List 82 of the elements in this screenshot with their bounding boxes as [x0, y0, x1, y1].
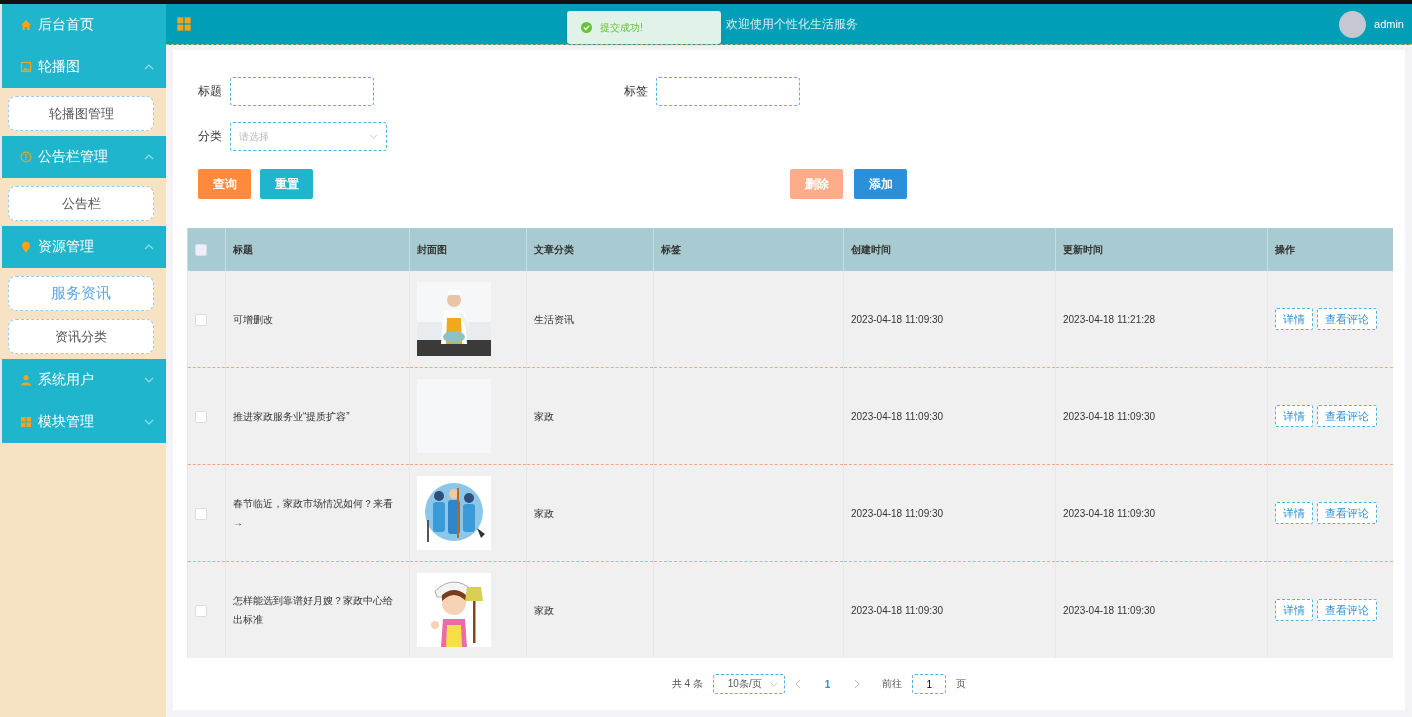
chevron-down-icon	[144, 377, 154, 383]
table-cell: 2023-04-18 11:21:28	[1063, 313, 1156, 325]
menu-group[interactable]: 资源管理	[0, 226, 166, 268]
column-header[interactable]: 操作	[1275, 243, 1295, 255]
chevron-right-icon[interactable]	[854, 679, 861, 689]
chevron-left-icon[interactable]	[794, 679, 801, 689]
table-cell: 2023-04-18 11:09:30	[851, 507, 944, 519]
column-header[interactable]: 更新时间	[1063, 243, 1103, 255]
page-number[interactable]: 1	[810, 678, 845, 690]
table-cell: 可增删改	[233, 313, 273, 325]
page-input[interactable]: 1	[912, 674, 947, 694]
action-button[interactable]: 查看评论	[1317, 599, 1377, 621]
select-all-checkbox[interactable]	[195, 243, 207, 256]
submenu-item[interactable]: 公告栏	[8, 186, 154, 221]
goto-label: 前往	[882, 677, 903, 691]
table-cell: 2023-04-18 11:09:30	[1063, 604, 1156, 616]
table-cell: 家政	[534, 604, 554, 616]
field-label: 分类	[198, 128, 222, 145]
table-cell: 怎样能选到靠谱好月嫂？家政中心给出标准	[233, 595, 393, 625]
page-suffix: 页	[956, 677, 967, 691]
row-checkbox[interactable]	[195, 604, 207, 617]
chevron-down-icon	[144, 419, 154, 425]
field-label: 标签	[624, 83, 648, 100]
action-button[interactable]: 详情	[1275, 502, 1313, 524]
column-header[interactable]: 文章分类	[534, 243, 574, 255]
menu-group[interactable]: 轮播图	[0, 46, 166, 88]
row-checkbox[interactable]	[195, 507, 207, 520]
reset-button[interactable]: 重置	[260, 169, 313, 199]
location-pin-icon	[20, 241, 32, 253]
column-header[interactable]: 标签	[661, 243, 681, 255]
menu-group[interactable]: 公告栏管理	[0, 136, 166, 178]
table-cell: 2023-04-18 11:09:30	[1063, 410, 1156, 422]
action-button[interactable]: 查看评论	[1317, 502, 1377, 524]
menu-group[interactable]: 系统用户	[0, 359, 166, 401]
action-button[interactable]: 详情	[1275, 599, 1313, 621]
chevron-up-icon	[144, 64, 154, 70]
input-field[interactable]	[230, 77, 374, 106]
table-cell: 推进家政服务业“提质扩容”	[233, 410, 350, 422]
action-button[interactable]: 详情	[1275, 308, 1313, 330]
info-icon	[20, 151, 32, 163]
grid-icon	[20, 416, 32, 428]
toast-message: 提交成功!	[600, 20, 643, 35]
column-header[interactable]: 封面图	[417, 243, 447, 255]
submenu-item[interactable]: 资讯分类	[8, 319, 154, 354]
table-cell: 春节临近，家政市场情况如何？来看→	[233, 498, 393, 528]
field-label: 标题	[198, 83, 222, 100]
avatar[interactable]	[1339, 10, 1367, 38]
action-button[interactable]: 查看评论	[1317, 405, 1377, 427]
chevron-down-icon	[369, 134, 378, 139]
menu-item[interactable]: 后台首页	[0, 4, 166, 46]
grid-icon[interactable]	[176, 16, 192, 32]
menu-group[interactable]: 模块管理	[0, 401, 166, 443]
action-button[interactable]: 详情	[1275, 405, 1313, 427]
table-cell: 家政	[534, 507, 554, 519]
chevron-down-icon	[769, 681, 778, 687]
table-cell: 2023-04-18 11:09:30	[851, 313, 944, 325]
table-cell: 2023-04-18 11:09:30	[851, 604, 944, 616]
column-header[interactable]: 标题	[233, 243, 253, 255]
search-button[interactable]: 查询	[198, 169, 251, 199]
submenu-item[interactable]: 服务资讯	[8, 276, 154, 311]
table-cell: 2023-04-18 11:09:30	[1063, 507, 1156, 519]
submenu-item[interactable]: 轮播图管理	[8, 96, 154, 131]
user-icon	[20, 374, 32, 386]
chevron-up-icon	[144, 154, 154, 160]
add-button[interactable]: 添加	[854, 169, 907, 199]
chevron-up-icon	[144, 244, 154, 250]
action-button[interactable]: 查看评论	[1317, 308, 1377, 330]
row-checkbox[interactable]	[195, 313, 207, 326]
username[interactable]: admin	[1374, 18, 1404, 30]
table-cell: 家政	[534, 410, 554, 422]
column-header[interactable]: 创建时间	[851, 243, 891, 255]
image-icon	[20, 61, 32, 73]
table-cell: 2023-04-18 11:09:30	[851, 410, 944, 422]
table-cell: 生活资讯	[534, 313, 574, 325]
select-field[interactable]: 请选择	[230, 122, 387, 151]
header-title: 欢迎使用个性化生活服务	[726, 15, 858, 33]
input-field[interactable]	[656, 77, 800, 106]
check-circle-icon	[581, 22, 592, 33]
total-count: 共 4 条	[671, 677, 703, 691]
home-icon	[20, 19, 32, 31]
page-size-select[interactable]: 10条/页	[712, 674, 785, 694]
row-checkbox[interactable]	[195, 410, 207, 423]
